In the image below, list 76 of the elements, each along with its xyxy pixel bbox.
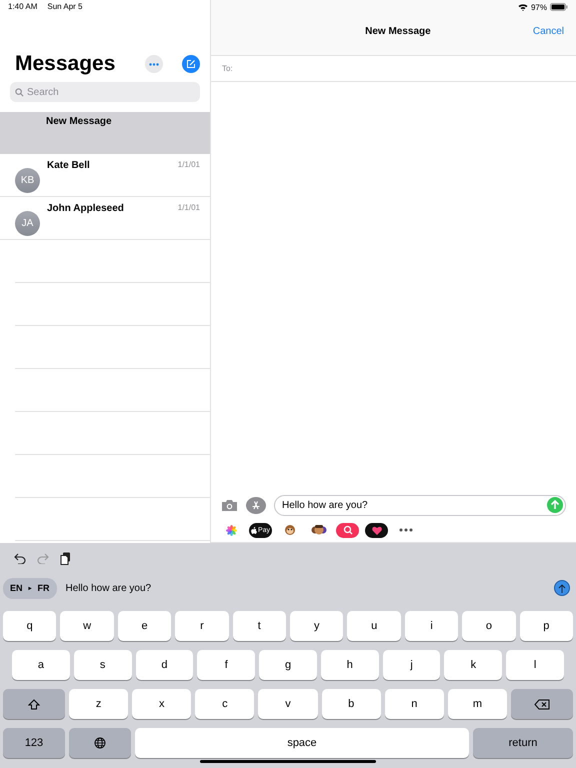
- letter-key[interactable]: q: [3, 611, 56, 641]
- letter-key[interactable]: o: [462, 611, 516, 641]
- letter-key[interactable]: a: [12, 650, 70, 680]
- letter-key[interactable]: m: [448, 689, 507, 719]
- battery-percent: 97%: [530, 2, 547, 12]
- contact-name: John Appleseed: [47, 203, 125, 216]
- paste-icon[interactable]: [60, 552, 71, 564]
- compose-title: New Message: [364, 26, 432, 37]
- letter-key[interactable]: d: [136, 650, 194, 680]
- letter-key[interactable]: y: [290, 611, 344, 641]
- letter-key[interactable]: j: [382, 650, 440, 680]
- letter-key[interactable]: k: [444, 650, 502, 680]
- letter-key[interactable]: f: [197, 650, 256, 680]
- battery-icon: [550, 3, 568, 11]
- letter-key[interactable]: z: [69, 689, 128, 719]
- app-store-icon: [251, 500, 261, 510]
- letter-key[interactable]: p: [520, 611, 574, 641]
- arrow-up-icon: [558, 584, 566, 592]
- wifi-icon: [518, 3, 528, 11]
- letter-key[interactable]: w: [60, 611, 114, 641]
- translation-text: Hello how are you?: [66, 582, 152, 594]
- letter-key[interactable]: u: [347, 611, 401, 641]
- page-title: Messages: [15, 52, 116, 76]
- letter-key[interactable]: c: [195, 689, 254, 719]
- letter-key[interactable]: r: [175, 611, 229, 641]
- more-icon: [398, 528, 412, 532]
- search-icon: [342, 525, 352, 535]
- avatar: JA: [15, 211, 40, 236]
- letter-key[interactable]: x: [132, 689, 192, 719]
- translate-button[interactable]: [554, 580, 570, 596]
- apple-icon: [250, 526, 257, 534]
- flower-icon: [226, 524, 237, 536]
- more-icon: [149, 62, 159, 66]
- search-field[interactable]: Search: [10, 82, 200, 102]
- message-date: 1/1/01: [178, 203, 200, 214]
- conversation-row[interactable]: New Message: [0, 112, 210, 154]
- letter-key[interactable]: h: [320, 650, 379, 680]
- heart-app-button[interactable]: [365, 522, 388, 538]
- shift-icon: [28, 698, 40, 710]
- app-store-button[interactable]: [246, 496, 266, 514]
- space-key[interactable]: space: [135, 728, 469, 758]
- letter-key[interactable]: s: [74, 650, 132, 680]
- letter-key[interactable]: g: [259, 650, 317, 680]
- undo-icon[interactable]: [14, 552, 26, 564]
- contact-name: Kate Bell: [47, 160, 91, 173]
- message-date: 1/1/01: [178, 160, 200, 171]
- delete-key[interactable]: [510, 689, 573, 719]
- conversation-title: New Message: [46, 116, 112, 127]
- cancel-button[interactable]: Cancel: [532, 26, 564, 37]
- letter-key[interactable]: l: [506, 650, 564, 680]
- avatar: KB: [15, 168, 40, 193]
- more-button[interactable]: [145, 55, 163, 73]
- message-field[interactable]: Hello how are you?: [274, 494, 566, 516]
- compose-button[interactable]: [182, 55, 200, 73]
- heart-icon: [372, 526, 382, 534]
- faces-icon: [310, 524, 326, 536]
- compose-icon: [186, 59, 196, 69]
- monkey-icon: [284, 524, 296, 536]
- globe-icon: [94, 737, 106, 749]
- return-key[interactable]: return: [473, 728, 573, 758]
- letter-key[interactable]: t: [232, 611, 286, 641]
- camera-icon: [221, 498, 238, 512]
- letter-key[interactable]: v: [258, 689, 318, 719]
- numbers-key[interactable]: 123: [3, 728, 65, 758]
- letter-key[interactable]: i: [404, 611, 458, 641]
- letter-key[interactable]: e: [118, 611, 172, 641]
- to-label: To:: [222, 64, 233, 73]
- status-date: Sun Apr 5: [47, 2, 82, 13]
- search-icon: [15, 88, 24, 97]
- backspace-icon: [534, 698, 550, 710]
- letter-key[interactable]: n: [384, 689, 444, 719]
- status-time: 1:40 AM: [8, 2, 38, 13]
- letter-key[interactable]: b: [322, 689, 381, 719]
- globe-key[interactable]: [69, 728, 131, 758]
- image-search-app-button[interactable]: [336, 522, 359, 538]
- camera-button[interactable]: [221, 498, 238, 512]
